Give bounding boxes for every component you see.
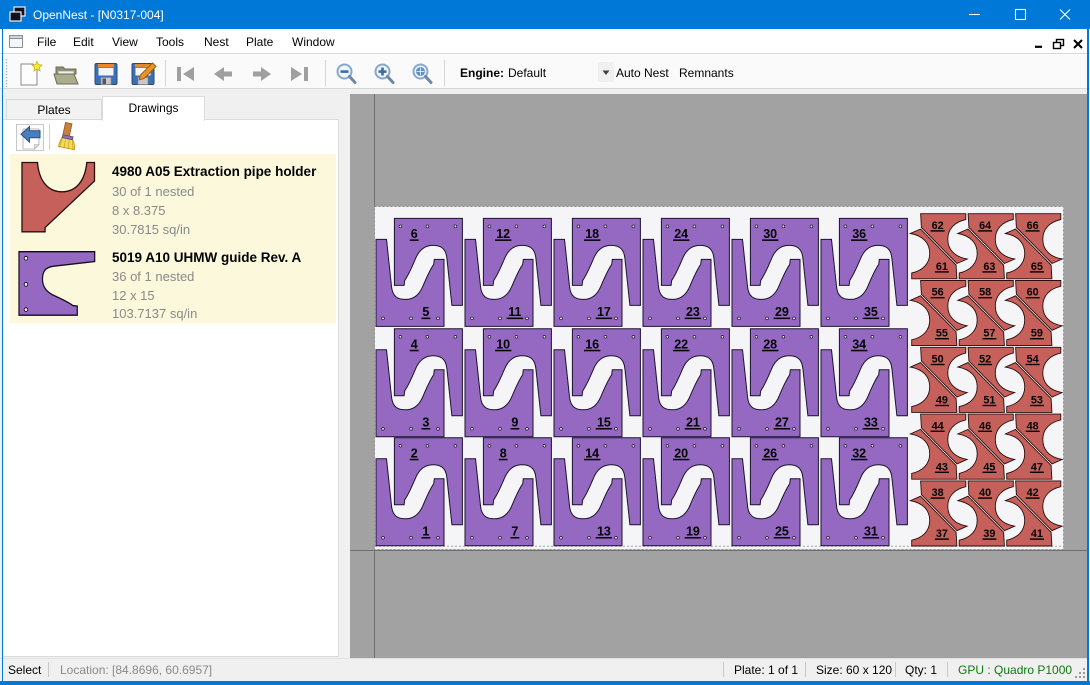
svg-text:37: 37 [936,528,948,540]
svg-text:20: 20 [674,446,688,460]
svg-text:4: 4 [411,337,418,351]
svg-text:40: 40 [979,487,991,499]
svg-text:62: 62 [932,220,944,232]
svg-text:23: 23 [686,305,700,319]
svg-text:48: 48 [1027,420,1039,432]
svg-text:51: 51 [983,395,995,407]
svg-text:12: 12 [496,227,510,241]
svg-text:34: 34 [852,337,866,351]
svg-text:13: 13 [597,525,611,539]
svg-text:63: 63 [983,261,995,273]
svg-text:42: 42 [1027,487,1039,499]
svg-text:9: 9 [511,416,518,430]
svg-text:14: 14 [585,446,599,460]
svg-text:10: 10 [496,337,510,351]
svg-text:15: 15 [597,416,611,430]
svg-text:30: 30 [763,227,777,241]
svg-text:16: 16 [585,337,599,351]
svg-text:59: 59 [1031,328,1043,340]
svg-text:8: 8 [500,446,507,460]
svg-text:60: 60 [1027,287,1039,299]
svg-text:18: 18 [585,227,599,241]
svg-text:45: 45 [983,461,995,473]
svg-text:5: 5 [422,305,429,319]
svg-text:33: 33 [864,416,878,430]
svg-text:35: 35 [864,305,878,319]
svg-text:66: 66 [1027,220,1039,232]
svg-text:55: 55 [936,328,948,340]
svg-text:25: 25 [775,525,789,539]
svg-text:24: 24 [674,227,688,241]
svg-text:57: 57 [983,328,995,340]
svg-text:7: 7 [511,525,518,539]
svg-text:43: 43 [936,461,948,473]
svg-text:11: 11 [508,305,521,319]
svg-text:47: 47 [1031,461,1043,473]
svg-text:39: 39 [983,528,995,540]
svg-text:56: 56 [932,287,944,299]
svg-text:6: 6 [411,227,418,241]
svg-text:3: 3 [422,416,429,430]
svg-text:41: 41 [1031,528,1043,540]
svg-text:44: 44 [932,420,944,432]
svg-text:22: 22 [674,337,688,351]
svg-text:1: 1 [422,525,429,539]
svg-text:26: 26 [763,446,777,460]
svg-text:50: 50 [932,354,944,366]
svg-text:29: 29 [775,305,789,319]
svg-text:31: 31 [864,525,878,539]
svg-text:32: 32 [852,446,866,460]
svg-text:49: 49 [936,395,948,407]
svg-text:38: 38 [932,487,944,499]
svg-text:65: 65 [1031,261,1043,273]
svg-text:58: 58 [979,287,991,299]
svg-text:54: 54 [1027,354,1039,366]
svg-text:2: 2 [411,446,418,460]
svg-text:17: 17 [597,305,611,319]
svg-text:19: 19 [686,525,700,539]
svg-text:28: 28 [763,337,777,351]
svg-text:52: 52 [979,354,991,366]
svg-text:46: 46 [979,420,991,432]
svg-text:21: 21 [686,416,700,430]
svg-text:27: 27 [775,416,789,430]
svg-text:64: 64 [979,220,991,232]
svg-text:53: 53 [1031,395,1043,407]
svg-text:36: 36 [852,227,866,241]
svg-text:61: 61 [936,261,948,273]
